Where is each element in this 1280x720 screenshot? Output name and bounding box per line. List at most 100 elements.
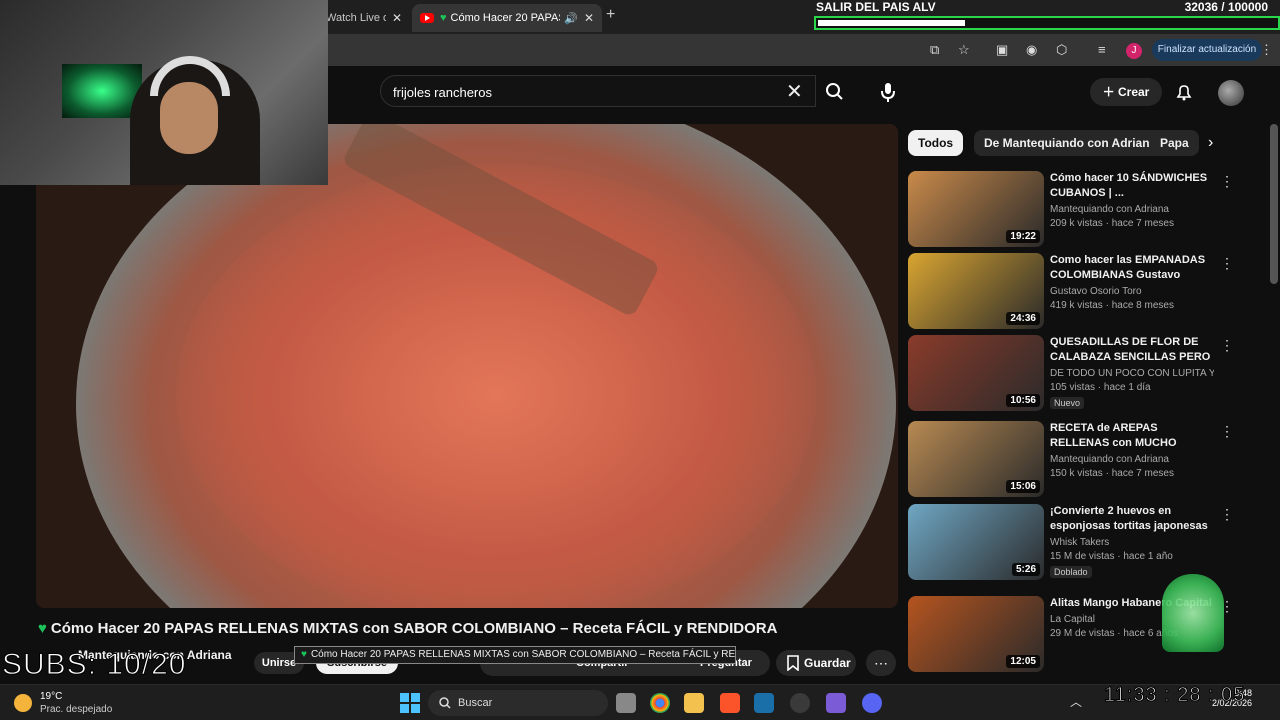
search-box	[380, 75, 816, 107]
profile-avatar[interactable]: J	[1126, 43, 1142, 59]
kebab-menu-icon[interactable]: ⋮	[1220, 423, 1234, 440]
video-thumbnail[interactable]: 19:22	[908, 171, 1044, 247]
chip-papa[interactable]: Papa	[1150, 130, 1199, 156]
bell-icon	[1176, 85, 1192, 101]
update-button[interactable]: Finalizar actualización	[1152, 39, 1262, 61]
search-input[interactable]	[393, 82, 773, 102]
tab-current-video[interactable]: ♥ Cómo Hacer 20 PAPAS R 🔊 ✕	[412, 4, 602, 32]
green-heart-icon: ♥	[301, 649, 307, 660]
search-button[interactable]	[816, 75, 854, 107]
weather-condition: Prac. despejado	[40, 704, 113, 715]
notifications-button[interactable]	[1174, 82, 1194, 107]
recommendation-item[interactable]: 19:22 Cómo hacer 10 SÁNDWICHES CUBANOS | …	[908, 171, 1238, 249]
star-icon[interactable]: ☆	[958, 42, 970, 58]
duration-badge: 19:22	[1006, 230, 1040, 243]
video-thumbnail[interactable]: 10:56	[908, 335, 1044, 411]
close-icon[interactable]: ✕	[392, 11, 402, 25]
recommendation-channel[interactable]: Mantequiando con Adriana	[1050, 204, 1214, 215]
new-tab-button[interactable]: +	[606, 6, 615, 24]
stream-clock-overlay: 11:33 : 28 : 05	[1103, 684, 1246, 707]
recommendation-item[interactable]: 10:56 QUESADILLAS DE FLOR DE CALABAZA SEN…	[908, 335, 1238, 413]
recommendation-title[interactable]: QUESADILLAS DE FLOR DE CALABAZA SENCILLA…	[1050, 335, 1214, 365]
recommendation-title[interactable]: Cómo hacer 10 SÁNDWICHES CUBANOS | ...	[1050, 171, 1214, 201]
recommendation-channel[interactable]: DE TODO UN POCO CON LUPITA Y BENI...	[1050, 368, 1214, 379]
tray-chevron-icon[interactable]: ︿	[1070, 693, 1082, 710]
goal-progress-bar	[814, 16, 1280, 30]
puzzle-icon[interactable]: ⬡	[1056, 42, 1067, 58]
screen: Watch Live on ✕ ♥ Cómo Hacer 20 PAPAS R …	[0, 0, 1280, 720]
title-tooltip: ♥ Cómo Hacer 20 PAPAS RELLENAS MIXTAS con…	[294, 646, 736, 664]
video-thumbnail[interactable]: 12:05	[908, 596, 1044, 672]
recommendation-channel[interactable]: Whisk Takers	[1050, 537, 1214, 548]
kebab-menu-icon[interactable]: ⋮	[1220, 173, 1234, 190]
subs-counter-overlay: SUBS: 10/20	[1, 648, 187, 682]
goal-title: SALIR DEL PAIS ALV	[816, 0, 936, 14]
tooltip-text: Cómo Hacer 20 PAPAS RELLENAS MIXTAS con …	[310, 649, 736, 660]
task-view-icon[interactable]	[616, 693, 636, 713]
launcher-icon[interactable]	[826, 693, 846, 713]
youtube-icon	[420, 13, 434, 23]
tab-label: Watch Live on	[326, 12, 386, 24]
windows-start-icon[interactable]	[400, 693, 420, 713]
goal-count: 32036 / 100000	[1184, 0, 1268, 14]
discord-icon[interactable]	[862, 693, 882, 713]
scrollbar[interactable]	[1270, 124, 1278, 284]
recommendation-title[interactable]: RECETA de AREPAS RELLENAS con MUCHO QUES…	[1050, 421, 1214, 451]
search-icon	[826, 83, 843, 100]
taskbar-search[interactable]: Buscar	[428, 690, 608, 716]
weather-widget[interactable]: 19°C Prac. despejado	[12, 689, 132, 717]
chip-todos[interactable]: Todos	[908, 130, 964, 156]
duration-badge: 24:36	[1006, 312, 1040, 325]
more-actions-button[interactable]: ⋯	[866, 650, 896, 676]
chrome-icon[interactable]	[650, 693, 670, 713]
speaker-icon[interactable]: 🔊	[564, 12, 578, 25]
recommendation-channel[interactable]: Gustavo Osorio Toro	[1050, 286, 1214, 297]
search-icon	[439, 697, 451, 709]
tab-watch-live[interactable]: Watch Live on ✕	[318, 4, 410, 32]
video-thumbnail[interactable]: 5:26	[908, 504, 1044, 580]
kebab-menu-icon[interactable]: ⋮	[1220, 255, 1234, 272]
duration-badge: 15:06	[1006, 480, 1040, 493]
steam-icon[interactable]	[754, 693, 774, 713]
recommendation-title[interactable]: ¡Convierte 2 huevos en esponjosas tortit…	[1050, 504, 1214, 534]
windows-taskbar: 19°C Prac. despejado Buscar ︿ 9:48 2/02/…	[0, 684, 1280, 720]
create-button[interactable]: ＋ Crear	[1090, 78, 1162, 106]
close-icon[interactable]: ✕	[584, 11, 594, 25]
green-heart-icon: ♥	[38, 620, 47, 637]
recommendation-item[interactable]: 5:26 ¡Convierte 2 huevos en esponjosas to…	[908, 504, 1238, 582]
screenshot-icon[interactable]: ▣	[996, 42, 1008, 58]
recommendation-channel[interactable]: Mantequiando con Adriana	[1050, 454, 1214, 465]
kebab-menu-icon[interactable]: ⋮	[1220, 506, 1234, 523]
decorative-sticker	[1162, 574, 1224, 652]
video-thumbnail[interactable]: 15:06	[908, 421, 1044, 497]
recommendation-meta: 209 k vistas · hace 7 meses	[1050, 218, 1174, 229]
video-player[interactable]	[36, 124, 898, 608]
kebab-menu-icon[interactable]: ⋮	[1260, 42, 1273, 58]
save-button[interactable]: Guardar	[776, 650, 856, 676]
install-icon[interactable]: ⧉	[930, 42, 939, 58]
recommendation-meta: 105 vistas · hace 1 día	[1050, 382, 1151, 393]
kebab-menu-icon[interactable]: ⋮	[1220, 337, 1234, 354]
recommendation-title[interactable]: Como hacer las EMPANADAS COLOMBIANAS Gus…	[1050, 253, 1214, 283]
media-control-icon[interactable]: ≡	[1098, 42, 1106, 57]
recommendation-item[interactable]: 24:36 Como hacer las EMPANADAS COLOMBIANA…	[908, 253, 1238, 331]
user-avatar[interactable]	[1218, 80, 1244, 106]
recommendation-badge: Nuevo	[1050, 397, 1085, 409]
extension-blue-icon[interactable]: ◉	[1026, 42, 1037, 58]
recommendation-item[interactable]: 15:06 RECETA de AREPAS RELLENAS con MUCHO…	[908, 421, 1238, 499]
video-thumbnail[interactable]: 24:36	[908, 253, 1044, 329]
brave-icon[interactable]	[720, 693, 740, 713]
xbox-icon[interactable]	[790, 693, 810, 713]
chip-channel[interactable]: De Mantequiando con Adriana	[974, 130, 1167, 156]
clear-search-icon[interactable]: ✕	[786, 79, 803, 104]
recommendation-info: QUESADILLAS DE FLOR DE CALABAZA SENCILLA…	[1050, 335, 1214, 411]
recommendation-info: RECETA de AREPAS RELLENAS con MUCHO QUES…	[1050, 421, 1214, 479]
tab-label: Cómo Hacer 20 PAPAS R	[450, 12, 561, 24]
microphone-icon	[881, 83, 895, 102]
video-title: ♥ Cómo Hacer 20 PAPAS RELLENAS MIXTAS con…	[38, 620, 898, 637]
chevron-right-icon[interactable]: ›	[1208, 134, 1213, 152]
bookmark-icon	[787, 655, 799, 671]
file-explorer-icon[interactable]	[684, 693, 704, 713]
plus-icon: ＋	[1102, 85, 1118, 99]
voice-search-button[interactable]	[872, 76, 904, 108]
